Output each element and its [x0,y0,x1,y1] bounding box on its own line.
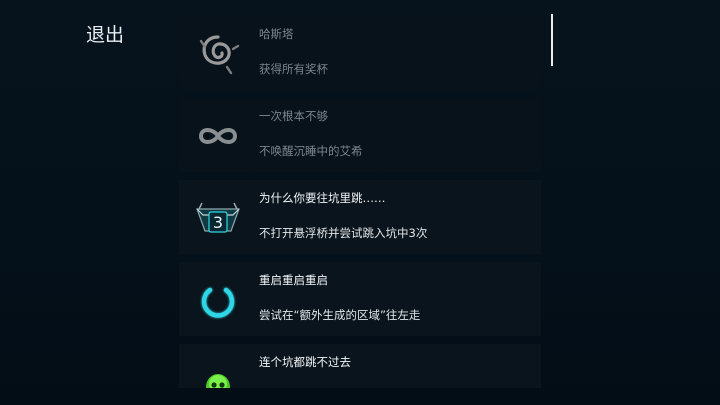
achievement-item-hastur[interactable]: 哈斯塔 获得所有奖杯 [179,16,541,90]
achievement-description: 尝试在“额外生成的区域”往左走 [259,308,421,322]
achievement-item-jump-in-pit[interactable]: 3 为什么你要往坑里跳…… 不打开悬浮桥并尝试跳入坑中3次 [179,180,541,254]
achievement-item-once-not-enough[interactable]: 一次根本不够 不唤醒沉睡中的艾希 [179,98,541,172]
achievement-item-cannot-jump-pit[interactable]: 连个坑都跳不过去 [179,344,541,388]
green-skull-icon [193,357,243,388]
achievement-title: 连个坑都跳不过去 [259,355,351,369]
achievement-item-restart[interactable]: 重启重启重启 尝试在“额外生成的区域”往左走 [179,262,541,336]
achievement-description: 不唤醒沉睡中的艾希 [259,144,363,158]
exit-button[interactable]: 退出 [86,20,124,47]
pit-three-icon: 3 [193,193,243,243]
achievements-screen: 退出 哈斯塔 获得所有奖杯 一次根本不够 不唤醒沉睡中的艾希 3 为什么你要往坑… [0,0,720,405]
scroll-indicator[interactable] [551,14,553,66]
achievement-description: 获得所有奖杯 [259,62,328,76]
achievement-title: 哈斯塔 [259,27,294,41]
achievement-title: 为什么你要往坑里跳…… [259,191,386,205]
power-icon [193,275,243,325]
achievement-list[interactable]: 哈斯塔 获得所有奖杯 一次根本不够 不唤醒沉睡中的艾希 3 为什么你要往坑里跳…… [179,16,541,388]
achievement-title: 重启重启重启 [259,273,328,287]
spiral-sigil-icon [193,29,243,79]
infinity-icon [193,111,243,161]
achievement-description: 不打开悬浮桥并尝试跳入坑中3次 [259,226,428,240]
achievement-title: 一次根本不够 [259,109,328,123]
pit-counter-text: 3 [213,213,223,232]
